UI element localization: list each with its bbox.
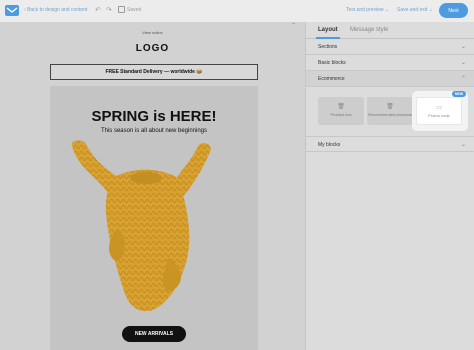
chevron-down-icon: ⌄ <box>384 7 390 13</box>
section-sections-label: Sections <box>318 44 338 50</box>
hero-block[interactable]: SPRING is HERE! This season is all about… <box>50 86 258 350</box>
recommended-products-icon: 🗑 <box>386 104 394 110</box>
block-product-box[interactable]: 🗑 Product box <box>318 97 364 125</box>
chevron-up-icon[interactable]: ⌃ <box>291 22 296 29</box>
new-badge: NEW <box>452 91 466 97</box>
block-recommended-products[interactable]: 🗑 Recommended products <box>367 97 413 125</box>
test-preview-label: Test and preview <box>346 7 384 13</box>
block-promo-code[interactable]: ▭ Promo code <box>416 97 462 125</box>
top-bar: ‹ Back to design and content ↶ ↷ Saved T… <box>0 0 474 22</box>
saved-status: Saved <box>127 7 142 13</box>
chevron-down-icon: ⌄ <box>460 60 466 66</box>
block-promo-code-label: Promo code <box>428 113 450 118</box>
delivery-banner[interactable]: FREE Standard Delivery — worldwide 📦 <box>50 64 258 80</box>
promo-code-icon: ▭ <box>436 105 442 111</box>
app-logo-icon[interactable] <box>5 5 19 16</box>
sweater-image[interactable] <box>68 138 218 318</box>
section-ecommerce[interactable]: Ecommerce ⌃ <box>306 71 474 87</box>
hero-title[interactable]: SPRING is HERE! <box>50 108 258 125</box>
tab-message-style[interactable]: Message style <box>350 27 388 33</box>
section-sections[interactable]: Sections ⌄ <box>306 39 474 55</box>
chevron-up-icon: ⌃ <box>460 76 466 82</box>
test-preview-menu[interactable]: Test and preview ⌄ <box>346 7 389 13</box>
section-ecommerce-label: Ecommerce <box>318 76 345 82</box>
block-recommended-products-label: Recommended products <box>368 112 412 117</box>
email-canvas[interactable]: ⌃ View online LOGO FREE Standard Deliver… <box>0 22 305 350</box>
new-arrivals-button[interactable]: NEW ARRIVALS <box>122 326 186 342</box>
block-product-box-label: Product box <box>330 112 352 117</box>
back-link-label: Back to design and content <box>27 7 88 13</box>
undo-icon[interactable]: ↶ <box>95 6 101 14</box>
chevron-down-icon: ⌄ <box>460 44 466 50</box>
view-online-link[interactable]: View online <box>0 30 305 35</box>
next-button[interactable]: Next <box>439 3 468 18</box>
section-basic-blocks-label: Basic blocks <box>318 60 346 66</box>
hero-subtitle[interactable]: This season is all about new beginnings <box>50 128 258 134</box>
chevron-down-icon: ⌄ <box>460 142 466 148</box>
save-exit-menu[interactable]: Save and exit ⌄ <box>397 7 433 13</box>
section-my-blocks-label: My blocks <box>318 142 341 148</box>
chevron-down-icon: ⌄ <box>428 7 433 13</box>
promo-code-highlight: ▭ Promo code NEW <box>412 91 468 131</box>
redo-icon[interactable]: ↷ <box>106 6 112 14</box>
editor-panel: Layout Message style Sections ⌄ Basic bl… <box>305 22 474 350</box>
panel-tabs: Layout Message style <box>306 22 474 39</box>
section-basic-blocks[interactable]: Basic blocks ⌄ <box>306 55 474 71</box>
section-my-blocks[interactable]: My blocks ⌄ <box>306 136 474 152</box>
product-box-icon: 🗑 <box>337 104 345 110</box>
back-to-design-link[interactable]: ‹ Back to design and content <box>24 7 87 13</box>
save-status-icon <box>118 6 125 13</box>
email-logo[interactable]: LOGO <box>0 43 305 54</box>
tab-layout[interactable]: Layout <box>318 27 338 33</box>
save-exit-label: Save and exit <box>397 7 428 13</box>
